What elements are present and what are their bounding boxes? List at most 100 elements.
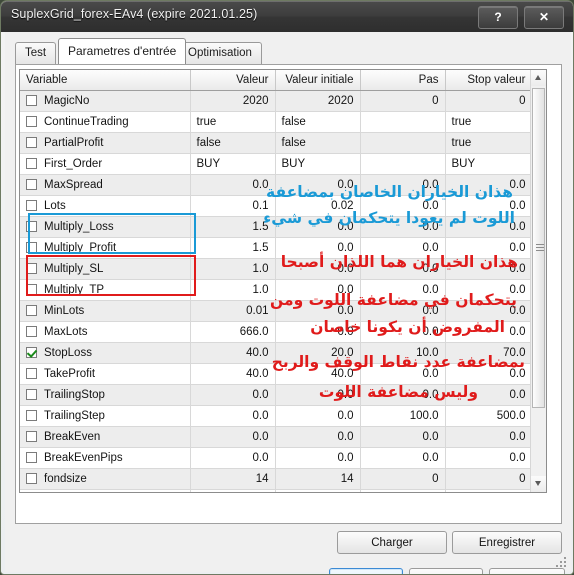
row-pas-cell[interactable]: 0.0 xyxy=(360,447,446,469)
row-valeur-cell[interactable]: BUY xyxy=(190,153,276,175)
row-checkbox[interactable] xyxy=(26,410,37,421)
row-valeur-cell[interactable]: 0.0 xyxy=(190,447,276,469)
table-row[interactable]: Lots 0.1 0.02 0.0 0.0 xyxy=(20,195,533,217)
row-stop-valeur-cell[interactable]: 0.0 xyxy=(445,447,533,469)
row-stop-valeur-cell[interactable]: 0.0 xyxy=(445,321,533,343)
scrollbar-thumb[interactable] xyxy=(532,88,545,408)
row-checkbox[interactable] xyxy=(26,95,37,106)
row-checkbox[interactable] xyxy=(26,389,37,400)
row-valeur-cell[interactable]: 0.0 xyxy=(190,405,276,427)
ok-button[interactable]: OK xyxy=(329,568,403,574)
row-valeur-initiale-cell[interactable]: 20.0 xyxy=(275,342,361,364)
row-variable-cell[interactable]: MaxSpread xyxy=(20,174,191,196)
row-valeur-initiale-cell[interactable]: 0.02 xyxy=(275,195,361,217)
col-header-pas[interactable]: Pas xyxy=(360,70,446,91)
row-variable-cell[interactable]: MaxLots xyxy=(20,321,191,343)
row-pas-cell[interactable]: 0 xyxy=(360,468,446,490)
row-stop-valeur-cell[interactable]: 0 xyxy=(445,90,533,112)
row-stop-valeur-cell[interactable]: 0.0 xyxy=(445,216,533,238)
row-variable-cell[interactable]: fondsize xyxy=(20,468,191,490)
parameters-grid[interactable]: Variable Valeur Valeur initiale Pas Stop… xyxy=(19,69,547,493)
row-valeur-cell[interactable]: 14 xyxy=(190,468,276,490)
table-row[interactable]: TrailingStep 0.0 0.0 100.0 500.0 xyxy=(20,405,533,427)
row-pas-cell[interactable]: 0.0 xyxy=(360,174,446,196)
row-pas-cell[interactable]: 0.0 xyxy=(360,321,446,343)
table-row[interactable]: MaxLots 666.0 0.0 0.0 0.0 xyxy=(20,321,533,343)
row-pas-cell[interactable]: 100.0 xyxy=(360,405,446,427)
row-variable-cell[interactable]: ContinueTrading xyxy=(20,111,191,133)
table-row[interactable]: PartialProfit false false true xyxy=(20,132,533,154)
row-pas-cell[interactable] xyxy=(360,153,446,175)
row-stop-valeur-cell[interactable]: 0.0 xyxy=(445,258,533,280)
resize-grip[interactable] xyxy=(556,557,568,569)
row-valeur-cell[interactable]: 1.5 xyxy=(190,216,276,238)
row-checkbox[interactable] xyxy=(26,347,37,358)
row-checkbox[interactable] xyxy=(26,116,37,127)
row-pas-cell[interactable]: 0.0 xyxy=(360,258,446,280)
row-checkbox[interactable] xyxy=(26,158,37,169)
row-checkbox[interactable] xyxy=(26,305,37,316)
row-checkbox[interactable] xyxy=(26,137,37,148)
row-valeur-cell[interactable]: 40.0 xyxy=(190,342,276,364)
row-checkbox[interactable] xyxy=(26,179,37,190)
row-valeur-initiale-cell[interactable]: false xyxy=(275,132,361,154)
table-row[interactable]: Multiply_TP 1.0 0.0 0.0 0.0 xyxy=(20,279,533,301)
row-checkbox[interactable] xyxy=(26,200,37,211)
row-valeur-cell[interactable]: 1.0 xyxy=(190,279,276,301)
row-variable-cell[interactable]: TrailingStop xyxy=(20,384,191,406)
close-button[interactable]: ✕ xyxy=(524,6,564,29)
row-stop-valeur-cell[interactable]: 0.0 xyxy=(445,174,533,196)
row-pas-cell[interactable]: 0.0 xyxy=(360,237,446,259)
row-valeur-cell[interactable]: 0.0 xyxy=(190,426,276,448)
row-valeur-initiale-cell[interactable]: 0.0 xyxy=(275,300,361,322)
row-variable-cell[interactable]: PartialProfit xyxy=(20,132,191,154)
row-checkbox[interactable] xyxy=(26,452,37,463)
row-checkbox[interactable] xyxy=(26,431,37,442)
row-stop-valeur-cell[interactable]: 0.0 xyxy=(445,300,533,322)
row-valeur-cell[interactable]: 1.5 xyxy=(190,237,276,259)
table-row[interactable]: Multiply_Profit 1.5 0.0 0.0 0.0 xyxy=(20,237,533,259)
row-valeur-cell[interactable]: true xyxy=(190,111,276,133)
row-checkbox[interactable] xyxy=(26,284,37,295)
tab-parametres-entree[interactable]: Parametres d'entrée xyxy=(58,38,187,64)
row-variable-cell[interactable]: BreakEvenPips xyxy=(20,447,191,469)
table-row[interactable]: Multiply_Loss 1.5 0.0 0.0 0.0 xyxy=(20,216,533,238)
reset-button[interactable]: Remise a zéro xyxy=(489,568,565,574)
row-stop-valeur-cell[interactable]: 70.0 xyxy=(445,342,533,364)
row-valeur-cell[interactable]: 40.0 xyxy=(190,363,276,385)
row-stop-valeur-cell[interactable]: true xyxy=(445,111,533,133)
row-checkbox[interactable] xyxy=(26,221,37,232)
row-variable-cell[interactable]: Multiply_Profit xyxy=(20,237,191,259)
scroll-up-arrow-icon[interactable] xyxy=(531,70,546,86)
row-valeur-initiale-cell[interactable]: 0.0 xyxy=(275,405,361,427)
row-pas-cell[interactable] xyxy=(360,132,446,154)
grid-scrollbar[interactable] xyxy=(530,70,546,492)
row-valeur-cell[interactable]: 0 xyxy=(190,489,276,492)
scroll-down-arrow-icon[interactable] xyxy=(531,476,546,492)
row-variable-cell[interactable]: Multiply_SL xyxy=(20,258,191,280)
row-valeur-cell[interactable]: 1.0 xyxy=(190,258,276,280)
row-valeur-initiale-cell[interactable]: 0.0 xyxy=(275,447,361,469)
row-valeur-initiale-cell[interactable]: BUY xyxy=(275,153,361,175)
table-row[interactable]: First_Order BUY BUY BUY xyxy=(20,153,533,175)
row-pas-cell[interactable]: 0.0 xyxy=(360,216,446,238)
table-row[interactable]: StopLoss 40.0 20.0 10.0 70.0 xyxy=(20,342,533,364)
table-row[interactable]: TakeProfit 40.0 40.0 0.0 0.0 xyxy=(20,363,533,385)
row-pas-cell[interactable]: 0.0 xyxy=(360,279,446,301)
table-row[interactable]: fondsize 14 14 0 0 xyxy=(20,468,533,490)
row-variable-cell[interactable]: MinLots xyxy=(20,300,191,322)
row-pas-cell[interactable]: 0.0 xyxy=(360,384,446,406)
table-row[interactable]: MinLots 0.01 0.0 0.0 0.0 xyxy=(20,300,533,322)
row-valeur-initiale-cell[interactable]: 0 xyxy=(275,489,361,492)
row-valeur-initiale-cell[interactable]: 14 xyxy=(275,468,361,490)
table-row[interactable]: MaxSpread 0.0 0.0 0.0 0.0 xyxy=(20,174,533,196)
save-button[interactable]: Enregistrer xyxy=(452,531,562,554)
col-header-valeur[interactable]: Valeur xyxy=(190,70,276,91)
row-valeur-initiale-cell[interactable]: 0.0 xyxy=(275,216,361,238)
row-variable-cell[interactable]: First_Order xyxy=(20,153,191,175)
row-valeur-cell[interactable]: 666.0 xyxy=(190,321,276,343)
row-valeur-initiale-cell[interactable]: 0.0 xyxy=(275,237,361,259)
row-stop-valeur-cell[interactable]: BUY xyxy=(445,153,533,175)
load-button[interactable]: Charger xyxy=(337,531,447,554)
row-variable-cell[interactable]: Multiply_TP xyxy=(20,279,191,301)
